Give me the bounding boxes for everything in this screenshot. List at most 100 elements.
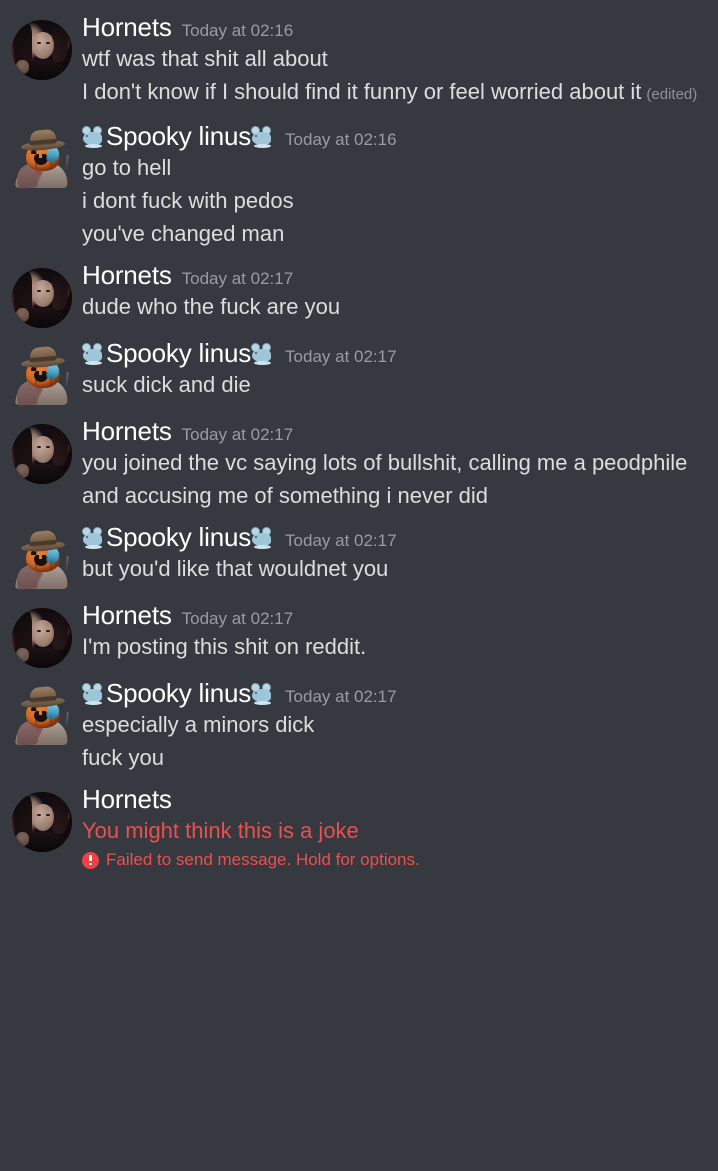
message-body: Spooky linus Today at 02:16 go to hell i do… xyxy=(82,119,708,250)
avatar-image-detail xyxy=(39,711,42,715)
author-name[interactable]: Spooky linus xyxy=(106,121,251,151)
message-text: I'm posting this shit on reddit. xyxy=(82,634,367,659)
message-author[interactable]: Hornets xyxy=(82,262,172,288)
avatar-spooky-linus[interactable] xyxy=(12,345,72,406)
message-group[interactable]: Spooky linus Today at 02:17 but you'd like… xyxy=(0,520,718,590)
author-name[interactable]: Spooky linus xyxy=(106,338,251,368)
failed-to-send-notice[interactable]: Failed to send message. Hold for options… xyxy=(82,848,708,872)
message-header: Hornets Today at 02:17 xyxy=(82,602,708,628)
avatar-image-detail xyxy=(31,707,36,711)
message-text: you've changed man xyxy=(82,221,285,246)
author-name[interactable]: Hornets xyxy=(82,784,172,814)
message-header: Spooky linus Today at 02:17 xyxy=(82,680,708,706)
avatar-spooky-linus[interactable] xyxy=(12,128,72,189)
avatar[interactable] xyxy=(12,424,72,484)
author-name[interactable]: Hornets xyxy=(82,260,172,290)
message-body: Spooky linus Today at 02:17 but you'd like… xyxy=(82,520,708,585)
message-timestamp: Today at 02:17 xyxy=(285,687,397,706)
author-name[interactable]: Spooky linus xyxy=(106,522,251,552)
message-group[interactable]: Spooky linus Today at 02:16 go to hell i do… xyxy=(0,119,718,250)
avatar-image-detail xyxy=(12,792,72,852)
message-author[interactable]: Hornets xyxy=(82,14,172,40)
message-body: Hornets Today at 02:17 I'm posting this sh… xyxy=(82,598,708,663)
message-timestamp: Today at 02:17 xyxy=(181,269,294,288)
message-author[interactable]: Spooky linus xyxy=(82,680,275,706)
avatar-hornets[interactable] xyxy=(12,424,72,484)
message-header: Spooky linus Today at 02:17 xyxy=(82,524,708,550)
message-text: I don't know if I should find it funny o… xyxy=(82,79,642,104)
avatar-image-detail xyxy=(65,371,69,389)
avatar[interactable] xyxy=(12,792,72,852)
message-group[interactable]: Hornets Today at 02:16 wtf was that shit a… xyxy=(0,10,718,111)
message-line: suck dick and die xyxy=(82,368,708,401)
message-timestamp: Today at 02:17 xyxy=(181,609,294,628)
message-header: Spooky linus Today at 02:16 xyxy=(82,123,708,149)
message-line: especially a minors dick xyxy=(82,708,708,741)
message-author[interactable]: Hornets xyxy=(82,418,172,444)
avatar-spooky-linus[interactable] xyxy=(12,685,72,746)
avatar-image-detail xyxy=(12,608,72,668)
message-timestamp: Today at 02:16 xyxy=(181,21,294,40)
avatar[interactable] xyxy=(12,128,72,189)
message-header: Hornets Today at 02:17 xyxy=(82,418,708,444)
message-body: Hornets You might think this is a joke Fai… xyxy=(82,782,708,872)
message-group[interactable]: Hornets Today at 02:17 I'm posting this sh… xyxy=(0,598,718,668)
avatar[interactable] xyxy=(12,529,72,590)
avatar[interactable] xyxy=(12,608,72,668)
chat-message-list[interactable]: Hornets Today at 02:16 wtf was that shit a… xyxy=(0,0,718,1171)
message-author[interactable]: Spooky linus xyxy=(82,340,275,366)
avatar-image-detail xyxy=(12,268,72,328)
avatar-hornets[interactable] xyxy=(12,792,72,852)
avatar-hornets[interactable] xyxy=(12,608,72,668)
message-body: Spooky linus Today at 02:17 especially a m… xyxy=(82,676,708,774)
message-line: you've changed man xyxy=(82,217,708,250)
message-line: I don't know if I should find it funny o… xyxy=(82,75,708,111)
avatar[interactable] xyxy=(12,685,72,746)
avatar[interactable] xyxy=(12,268,72,328)
message-author[interactable]: Hornets xyxy=(82,786,172,812)
edited-marker: (edited) xyxy=(646,86,698,103)
author-name[interactable]: Hornets xyxy=(82,416,172,446)
avatar-image-detail xyxy=(39,371,42,375)
message-body: Hornets Today at 02:17 dude who the fuck a… xyxy=(82,258,708,323)
avatar[interactable] xyxy=(12,345,72,406)
author-name[interactable]: Hornets xyxy=(82,600,172,630)
message-line: i dont fuck with pedos xyxy=(82,184,708,217)
author-name[interactable]: Spooky linus xyxy=(106,678,251,708)
message-author[interactable]: Spooky linus xyxy=(82,524,275,550)
message-author[interactable]: Spooky linus xyxy=(82,123,275,149)
message-text: fuck you xyxy=(82,745,164,770)
avatar-image-detail xyxy=(39,555,42,559)
message-text: You might think this is a joke xyxy=(82,818,359,843)
message-author[interactable]: Hornets xyxy=(82,602,172,628)
message-group[interactable]: Spooky linus Today at 02:17 especially a m… xyxy=(0,676,718,774)
exclamation-circle-icon xyxy=(82,851,99,869)
author-name[interactable]: Hornets xyxy=(82,12,172,42)
message-header: Hornets Today at 02:17 xyxy=(82,262,708,288)
message-group[interactable]: Hornets Today at 02:17 dude who the fuck a… xyxy=(0,258,718,328)
message-text: i dont fuck with pedos xyxy=(82,188,294,213)
message-line: fuck you xyxy=(82,741,708,774)
message-timestamp: Today at 02:17 xyxy=(285,347,397,366)
avatar[interactable] xyxy=(12,20,72,80)
message-text: suck dick and die xyxy=(82,372,251,397)
avatar-image-detail xyxy=(65,711,69,729)
avatar-spooky-linus[interactable] xyxy=(12,529,72,590)
message-text: especially a minors dick xyxy=(82,712,315,737)
failed-to-send-label: Failed to send message. Hold for options… xyxy=(106,850,420,869)
avatar-hornets[interactable] xyxy=(12,20,72,80)
avatar-image-detail xyxy=(31,150,36,154)
message-group[interactable]: Hornets You might think this is a joke Fai… xyxy=(0,782,718,872)
avatar-image-detail xyxy=(31,551,36,555)
avatar-image-detail xyxy=(39,154,42,158)
message-group[interactable]: Spooky linus Today at 02:17 suck dick and … xyxy=(0,336,718,406)
avatar-hornets[interactable] xyxy=(12,268,72,328)
message-text: but you'd like that wouldnet you xyxy=(82,556,389,581)
message-body: Hornets Today at 02:17 you joined the vc s… xyxy=(82,414,708,512)
message-group[interactable]: Hornets Today at 02:17 you joined the vc s… xyxy=(0,414,718,512)
message-line: dude who the fuck are you xyxy=(82,290,708,323)
message-line: I'm posting this shit on reddit. xyxy=(82,630,708,663)
message-text: you joined the vc saying lots of bullshi… xyxy=(82,450,688,508)
message-body: Hornets Today at 02:16 wtf was that shit a… xyxy=(82,10,708,111)
message-text: dude who the fuck are you xyxy=(82,294,341,319)
